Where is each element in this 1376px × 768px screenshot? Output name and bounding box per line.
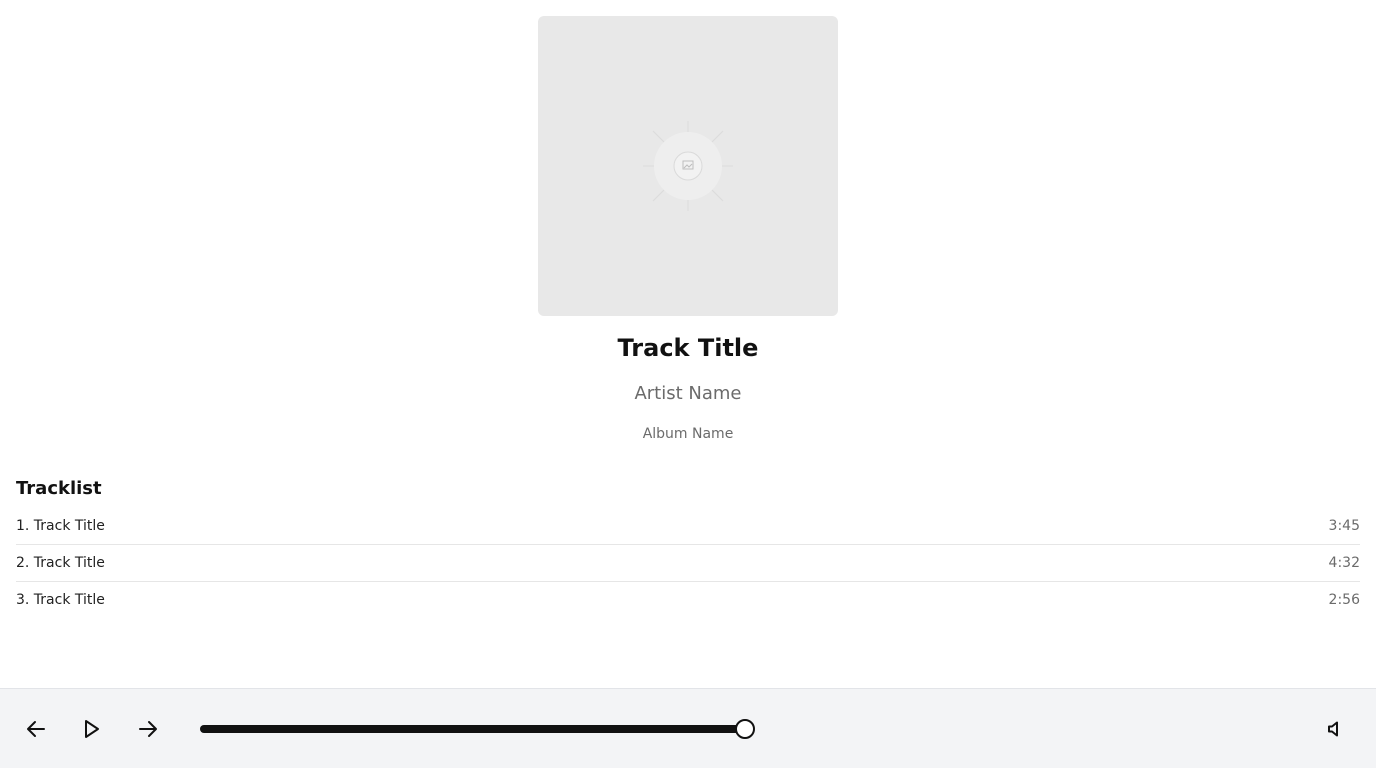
play-icon xyxy=(85,720,99,738)
track-duration: 4:32 xyxy=(1328,555,1360,571)
now-playing-title: Track Title xyxy=(617,334,759,362)
track-name: 3. Track Title xyxy=(16,592,105,608)
previous-button[interactable] xyxy=(22,715,50,743)
music-player-app: Track Title Artist Name Album Name Track… xyxy=(0,0,1376,768)
volume-button[interactable] xyxy=(1321,715,1349,743)
album-cover xyxy=(538,16,838,316)
track-row[interactable]: 3. Track Title 2:56 xyxy=(16,582,1360,618)
track-row[interactable]: 2. Track Title 4:32 xyxy=(16,545,1360,582)
track-name: 2. Track Title xyxy=(16,555,105,571)
now-playing-album: Album Name xyxy=(642,426,734,442)
player-controls-bar xyxy=(0,688,1376,768)
tracklist: Tracklist 1. Track Title 3:45 2. Track T… xyxy=(16,476,1360,618)
track-list: 1. Track Title 3:45 2. Track Title 4:32 … xyxy=(16,508,1360,618)
track-duration: 2:56 xyxy=(1328,592,1360,608)
track-row[interactable]: 1. Track Title 3:45 xyxy=(16,508,1360,545)
track-name: 1. Track Title xyxy=(16,518,105,534)
volume-icon xyxy=(1328,721,1338,737)
arrow-left-icon xyxy=(27,721,45,737)
tracklist-heading: Tracklist xyxy=(16,478,102,499)
arrow-right-icon xyxy=(139,721,157,737)
play-button[interactable] xyxy=(77,715,105,743)
progress-fill xyxy=(200,725,744,733)
image-placeholder-icon xyxy=(643,121,733,211)
progress-slider[interactable] xyxy=(200,719,755,739)
next-button[interactable] xyxy=(134,715,162,743)
track-duration: 3:45 xyxy=(1328,518,1360,534)
now-playing-artist: Artist Name xyxy=(634,383,742,404)
progress-thumb[interactable] xyxy=(735,719,755,739)
